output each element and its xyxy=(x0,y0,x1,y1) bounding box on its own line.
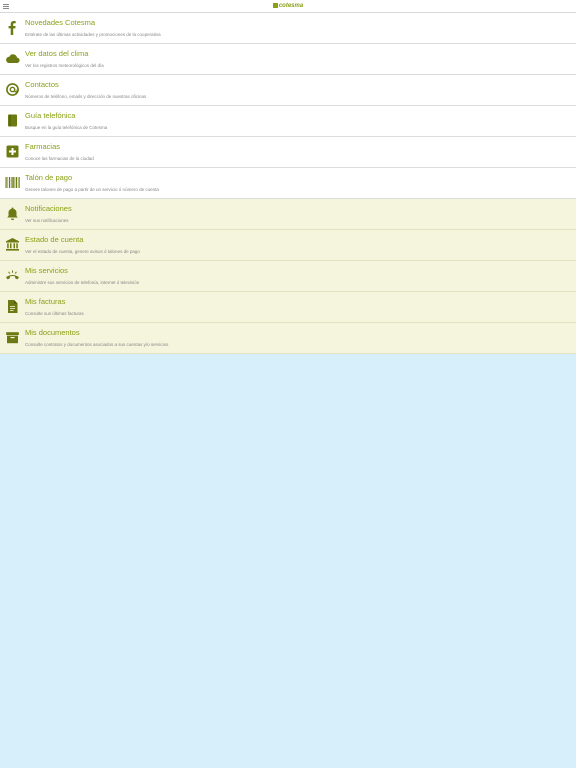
item-description: Ver sus notificaciones xyxy=(25,218,69,223)
brand-logo: cotesma xyxy=(0,2,576,10)
menu-item-contactos[interactable]: Contactos Números de teléfono, emails y … xyxy=(0,75,576,106)
phone-icon xyxy=(5,268,20,283)
menu-item-servicios[interactable]: Mis servicios Administre sus servicios d… xyxy=(0,261,576,292)
item-title: Mis facturas xyxy=(25,297,66,306)
menu-list: Novedades Cotesma Entérate de las última… xyxy=(0,13,576,354)
menu-item-novedades[interactable]: Novedades Cotesma Entérate de las última… xyxy=(0,13,576,44)
item-description: Números de teléfono, emails y dirección … xyxy=(25,94,147,99)
barcode-icon xyxy=(5,175,20,190)
menu-item-guia[interactable]: Guía telefónica Busque en la guía telefó… xyxy=(0,106,576,137)
menu-item-farmacias[interactable]: Farmacias Conoce las farmacias de la ciu… xyxy=(0,137,576,168)
invoice-icon xyxy=(5,299,20,314)
item-description: Administre sus servicios de telefonía, i… xyxy=(25,280,140,285)
item-title: Mis servicios xyxy=(25,266,68,275)
menu-item-estado-cuenta[interactable]: Estado de cuenta Ver el estado de cuenta… xyxy=(0,230,576,261)
item-title: Contactos xyxy=(25,80,59,89)
menu-item-notificaciones[interactable]: Notificaciones Ver sus notificaciones xyxy=(0,199,576,230)
item-title: Ver datos del clima xyxy=(25,49,89,58)
item-title: Talón de pago xyxy=(25,173,73,182)
item-title: Notificaciones xyxy=(25,204,72,213)
item-title: Farmacias xyxy=(25,142,61,151)
brand-name: cotesma xyxy=(278,3,304,9)
item-description: Consulte contratos y documentos asociado… xyxy=(25,342,169,347)
item-description: Consulte sus últimas facturas xyxy=(25,311,84,316)
menu-item-facturas[interactable]: Mis facturas Consulte sus últimas factur… xyxy=(0,292,576,323)
facebook-icon xyxy=(5,20,20,35)
item-title: Guía telefónica xyxy=(25,111,76,120)
logo-mark-icon xyxy=(272,2,278,8)
item-title: Estado de cuenta xyxy=(25,235,84,244)
bank-icon xyxy=(5,237,20,252)
item-description: Genere talones de pago a partir de un se… xyxy=(25,187,159,192)
top-bar: cotesma xyxy=(0,0,576,13)
archive-icon xyxy=(5,330,20,345)
book-icon xyxy=(5,113,20,128)
plus-icon xyxy=(5,144,20,159)
menu-item-clima[interactable]: Ver datos del clima Ver los registros me… xyxy=(0,44,576,75)
bell-icon xyxy=(5,206,20,221)
menu-item-documentos[interactable]: Mis documentos Consulte contratos y docu… xyxy=(0,323,576,354)
item-description: Entérate de las últimas actividades y pr… xyxy=(25,32,161,37)
item-description: Ver el estado de cuenta, genere avisos ó… xyxy=(25,249,140,254)
item-title: Mis documentos xyxy=(25,328,80,337)
contact-icon xyxy=(5,82,20,97)
item-description: Conoce las farmacias de la ciudad xyxy=(25,156,94,161)
item-title: Novedades Cotesma xyxy=(25,18,96,27)
item-description: Busque en la guía telefónica de Cotesma xyxy=(25,125,108,130)
item-description: Ver los registros meteorológicos del día xyxy=(25,63,104,68)
cloud-icon xyxy=(5,51,20,66)
menu-item-talon[interactable]: Talón de pago Genere talones de pago a p… xyxy=(0,168,576,199)
